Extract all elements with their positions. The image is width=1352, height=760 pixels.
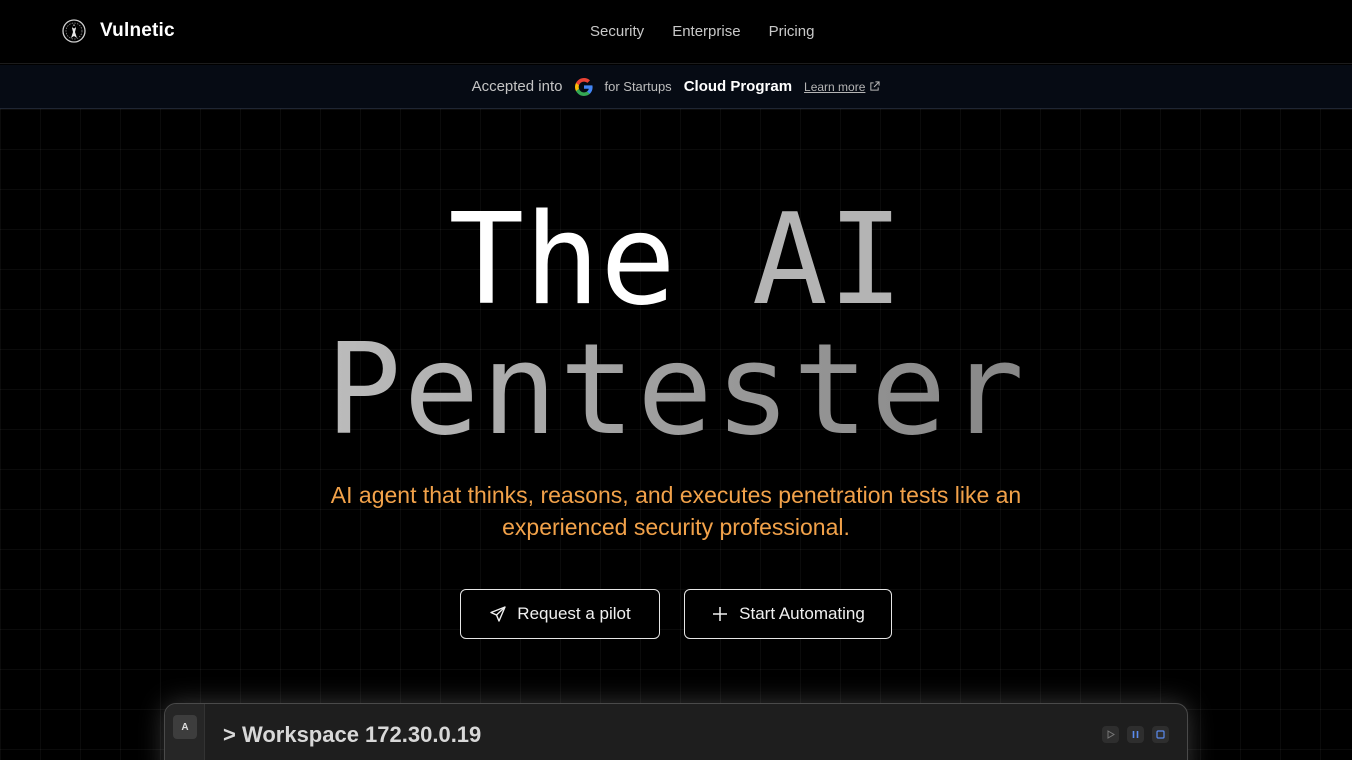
cloud-program-label: Cloud Program (683, 78, 793, 95)
hero-subtitle: AI agent that thinks, reasons, and execu… (330, 482, 1022, 540)
workspace-controls (1102, 726, 1169, 743)
learn-more-link[interactable]: Learn more (804, 80, 880, 94)
brand-name: Vulnetic (100, 20, 175, 41)
pause-button[interactable] (1127, 726, 1144, 743)
request-pilot-button[interactable]: Request a pilot (460, 589, 660, 639)
top-nav: Vulnetic Security Enterprise Pricing (0, 0, 1352, 64)
stop-icon (1156, 730, 1165, 739)
nav-link-pricing[interactable]: Pricing (769, 23, 815, 40)
workspace-avatar[interactable]: A (173, 715, 197, 739)
start-automating-label: Start Automating (739, 604, 865, 623)
hero-section: The AI Pentester AI agent that thinks, r… (0, 109, 1352, 760)
brand[interactable]: Vulnetic (62, 19, 175, 43)
hero-title-ai: AI (751, 186, 904, 333)
nav-link-security[interactable]: Security (590, 23, 644, 40)
pause-icon (1132, 731, 1139, 738)
learn-more-label: Learn more (804, 79, 866, 94)
nav-links: Security Enterprise Pricing (590, 23, 814, 40)
workspace-sidebar: A (165, 704, 205, 760)
google-g-icon (575, 77, 594, 96)
plus-icon (713, 607, 728, 621)
hero-title-pentester: Pentester (325, 316, 1027, 463)
hero-title-the: The (448, 186, 676, 333)
announcement-bar: Accepted into for Startups Cloud Program… (0, 65, 1352, 109)
workspace-title: > Workspace 172.30.0.19 (223, 722, 482, 747)
start-automating-button[interactable]: Start Automating (684, 589, 892, 639)
play-button[interactable] (1102, 726, 1119, 743)
play-icon (1107, 730, 1115, 739)
nav-link-enterprise[interactable]: Enterprise (672, 23, 740, 40)
external-link-icon (870, 81, 880, 91)
hero-title-line-2: Pentester (0, 327, 1352, 453)
send-icon (490, 606, 506, 622)
vulnetic-logo-icon (62, 19, 86, 43)
stop-button[interactable] (1152, 726, 1169, 743)
request-pilot-label: Request a pilot (517, 604, 631, 623)
announcement-prefix: Accepted into (471, 78, 563, 95)
workspace-window: A > Workspace 172.30.0.19 (164, 703, 1188, 760)
hero-title-line-1: The AI (0, 197, 1352, 323)
for-startups-label: for Startups (604, 79, 672, 94)
